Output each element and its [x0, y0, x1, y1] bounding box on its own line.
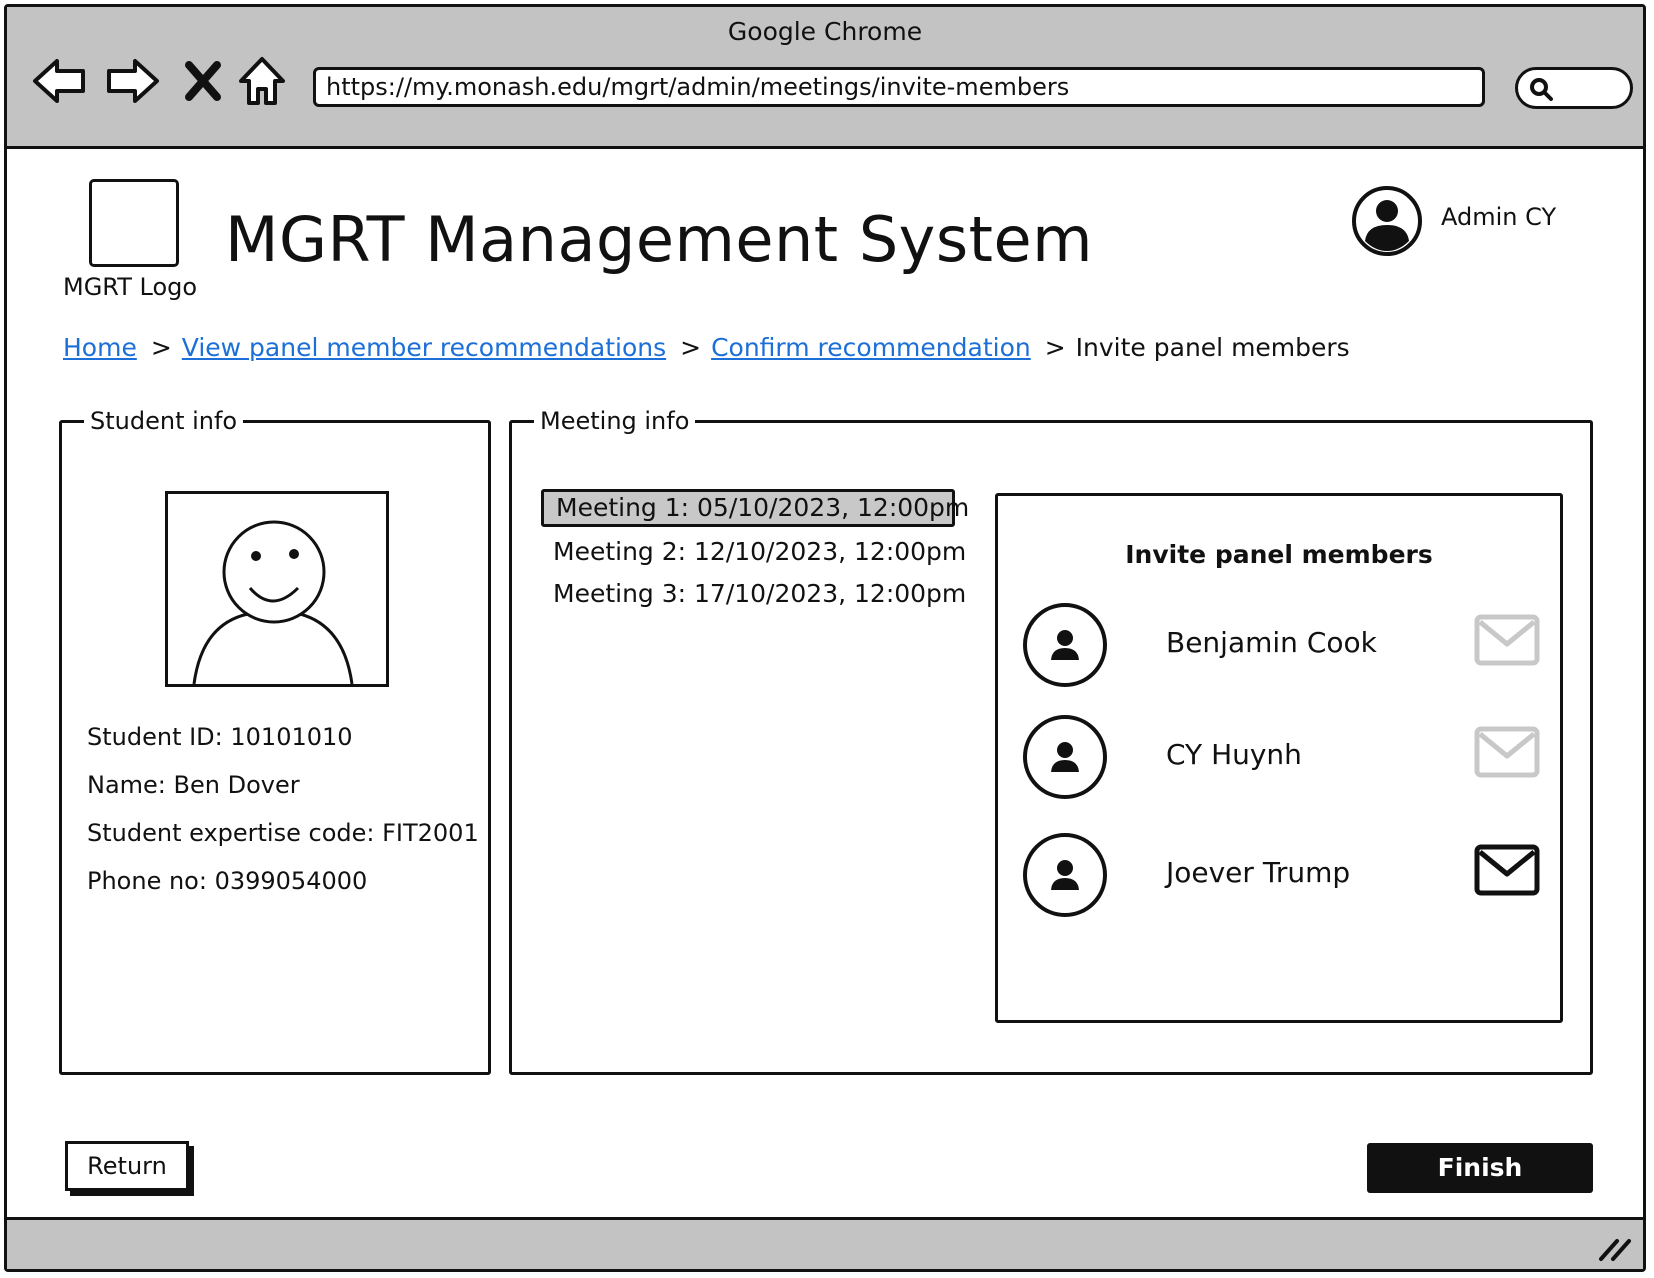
address-bar[interactable]: https://my.monash.edu/mgrt/admin/meeting…: [313, 67, 1485, 107]
resize-grip-icon[interactable]: [1597, 1233, 1633, 1263]
breadcrumb-confirm-link[interactable]: Confirm recommendation: [711, 333, 1031, 362]
user-name[interactable]: Admin CY: [1441, 203, 1556, 231]
logo-label: MGRT Logo: [63, 273, 198, 301]
meeting-item-1[interactable]: Meeting 1: 05/10/2023, 12:00pm: [541, 489, 969, 527]
page-title: MGRT Management System: [225, 203, 1094, 276]
member-row-cy-huynh: CY Huynh: [1022, 714, 1542, 800]
member-avatar-icon: [1023, 833, 1107, 917]
member-row-joever-trump: Joever Trump: [1022, 832, 1542, 918]
browser-status-bar: [7, 1217, 1643, 1269]
member-name: Benjamin Cook: [1166, 626, 1377, 659]
student-id: Student ID: 10101010: [87, 723, 353, 751]
breadcrumb-recommendations-link[interactable]: View panel member recommendations: [182, 333, 666, 362]
breadcrumb-separator: >: [680, 333, 702, 362]
member-avatar-icon: [1023, 715, 1107, 799]
invite-title: Invite panel members: [1125, 540, 1433, 569]
meeting-item-3[interactable]: Meeting 3: 17/10/2023, 12:00pm: [541, 575, 966, 613]
browser-window: Google Chrome https://my.monash.edu/mgrt…: [4, 4, 1646, 1272]
home-icon[interactable]: [237, 53, 287, 109]
mail-icon[interactable]: [1474, 844, 1540, 896]
student-name: Name: Ben Dover: [87, 771, 300, 799]
mail-icon[interactable]: [1474, 614, 1540, 666]
browser-search-box[interactable]: [1515, 67, 1633, 109]
mail-icon[interactable]: [1474, 726, 1540, 778]
breadcrumb-home-link[interactable]: Home: [63, 333, 137, 362]
breadcrumb-current: Invite panel members: [1075, 333, 1350, 362]
forward-arrow-icon[interactable]: [101, 53, 161, 109]
browser-title: Google Chrome: [727, 17, 923, 46]
breadcrumb: Home > View panel member recommendations > C…: [63, 333, 1350, 362]
search-icon: [1530, 78, 1553, 101]
app-logo: [89, 179, 179, 267]
meeting-info-legend: Meeting info: [540, 407, 690, 435]
meeting-item-2[interactable]: Meeting 2: 12/10/2023, 12:00pm: [541, 533, 966, 571]
student-expertise-code: Student expertise code: FIT2001: [87, 819, 479, 847]
user-avatar-icon[interactable]: [1351, 185, 1423, 257]
member-name: CY Huynh: [1166, 738, 1302, 771]
browser-toolbar: Google Chrome https://my.monash.edu/mgrt…: [7, 7, 1643, 149]
member-row-benjamin-cook: Benjamin Cook: [1022, 602, 1542, 688]
back-arrow-icon[interactable]: [31, 53, 91, 109]
stop-icon[interactable]: [183, 53, 223, 109]
return-button[interactable]: Return: [65, 1141, 189, 1191]
student-avatar-icon: [192, 520, 354, 684]
breadcrumb-separator: >: [150, 333, 172, 362]
student-photo: [165, 491, 389, 687]
member-name: Joever Trump: [1166, 856, 1351, 889]
member-avatar-icon: [1023, 603, 1107, 687]
student-info-legend: Student info: [90, 407, 238, 435]
finish-invitation-button[interactable]: Finish Invitation: [1367, 1143, 1593, 1232]
student-phone: Phone no: 0399054000: [87, 867, 368, 895]
breadcrumb-separator: >: [1044, 333, 1066, 362]
invite-panel-members-box: Invite panel members Benjamin Cook CY Hu…: [995, 493, 1563, 1023]
